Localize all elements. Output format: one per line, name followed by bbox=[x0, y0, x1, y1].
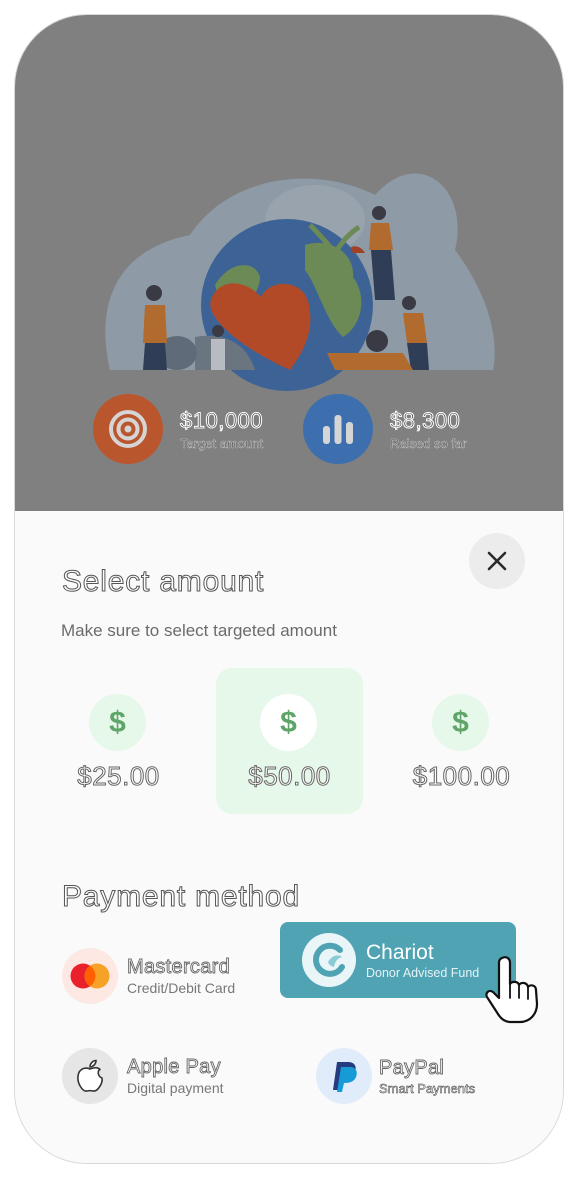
dollar-icon: $ bbox=[432, 694, 489, 751]
mastercard-desc: Credit/Debit Card bbox=[127, 980, 236, 996]
target-label: Target amount bbox=[180, 435, 264, 451]
dollar-icon: $ bbox=[260, 694, 317, 751]
paypal-desc: Smart Payments bbox=[379, 1080, 476, 1096]
select-amount-subtitle: Make sure to select targeted amount bbox=[61, 621, 337, 640]
raised-stat: $8,300 Raised so far bbox=[303, 394, 467, 464]
amount-option-100[interactable]: $ $100.00 bbox=[388, 668, 535, 814]
payment-mastercard[interactable]: Mastercard Credit/Debit Card bbox=[62, 948, 235, 1004]
mastercard-name: Mastercard bbox=[127, 956, 231, 979]
chariot-desc: Donor Advised Fund bbox=[366, 965, 480, 980]
chariot-icon bbox=[302, 933, 356, 987]
mastercard-icon bbox=[62, 948, 118, 1004]
amount-option-25[interactable]: $ $25.00 bbox=[45, 668, 192, 814]
hero-banner: $10,000 Target amount $8,300 Raised so f… bbox=[15, 15, 563, 511]
raised-label: Raised so far bbox=[390, 435, 467, 451]
select-amount-title: Select amount bbox=[61, 565, 265, 599]
raised-value: $8,300 bbox=[390, 407, 461, 433]
amount-label: $50.00 bbox=[248, 761, 331, 792]
amount-option-50[interactable]: $ $50.00 bbox=[216, 668, 363, 814]
payment-apple-pay[interactable]: Apple Pay Digital payment bbox=[62, 1048, 224, 1104]
payment-method-title: Payment method bbox=[62, 880, 300, 914]
bar-chart-icon bbox=[303, 394, 373, 464]
chariot-name: Chariot bbox=[366, 940, 434, 964]
amount-label: $100.00 bbox=[412, 761, 511, 792]
apple-pay-desc: Digital payment bbox=[127, 1080, 224, 1096]
paypal-name: PayPal bbox=[379, 1056, 445, 1079]
target-value: $10,000 bbox=[179, 407, 264, 433]
close-icon bbox=[487, 551, 507, 571]
target-stat: $10,000 Target amount bbox=[93, 394, 263, 464]
apple-pay-name: Apple Pay bbox=[127, 1056, 221, 1079]
close-button[interactable] bbox=[469, 533, 525, 589]
apple-icon bbox=[62, 1048, 118, 1104]
paypal-icon bbox=[316, 1048, 372, 1104]
amount-label: $25.00 bbox=[77, 761, 160, 792]
pointer-hand-icon bbox=[485, 956, 539, 1024]
target-icon bbox=[93, 394, 163, 464]
payment-paypal[interactable]: PayPal Smart Payments bbox=[316, 1048, 475, 1104]
dollar-icon: $ bbox=[89, 694, 146, 751]
